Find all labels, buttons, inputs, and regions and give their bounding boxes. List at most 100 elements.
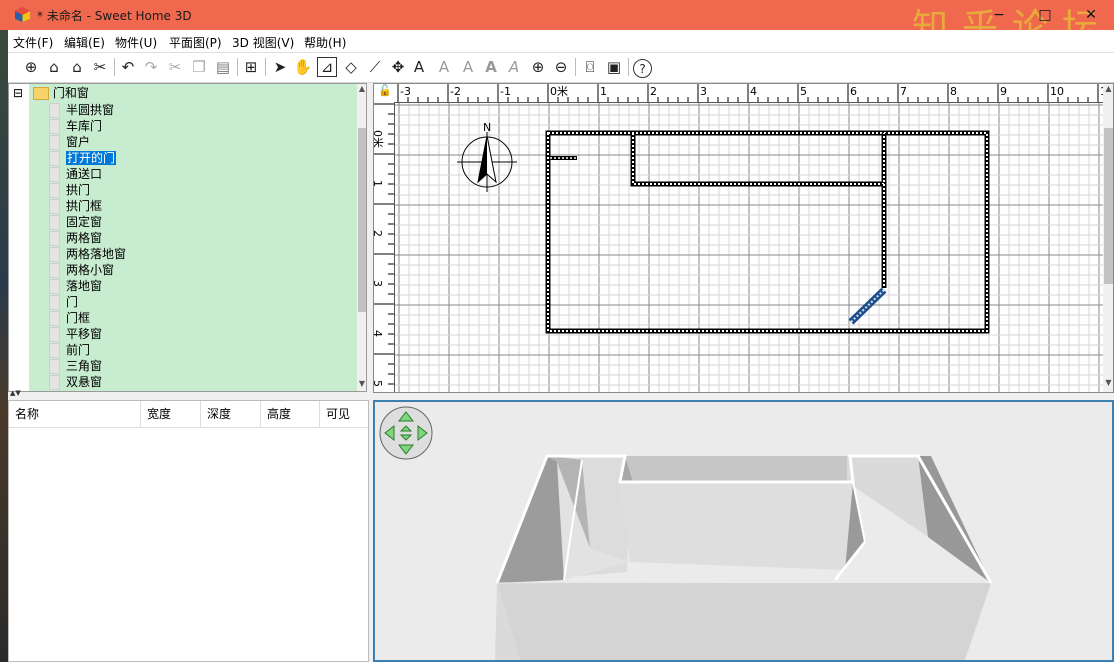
catalog-item[interactable]: 三角窗 <box>49 358 126 374</box>
3d-view[interactable] <box>373 400 1114 662</box>
column-name[interactable]: 名称 <box>9 401 141 427</box>
plan-scrollbar[interactable]: ▲ ▼ <box>1103 84 1113 392</box>
column-width[interactable]: 宽度 <box>141 401 201 427</box>
increase-text-size-icon[interactable]: A <box>434 57 454 77</box>
catalog-item-label: 通送口 <box>66 167 103 181</box>
pan-hand-icon[interactable]: ✋ <box>293 57 313 77</box>
item-thumbnail-icon <box>49 103 60 118</box>
ruler-x-label: -3 <box>400 85 411 98</box>
menu-file[interactable]: 文件(F) <box>13 34 53 51</box>
catalog-item[interactable]: 两格窗 <box>49 230 126 246</box>
cut-icon[interactable]: ✂ <box>165 57 185 77</box>
scroll-down-icon[interactable]: ▼ <box>357 379 366 391</box>
item-thumbnail-icon <box>49 215 60 230</box>
plan-canvas[interactable]: N <box>395 103 1105 393</box>
catalog-item[interactable]: 固定窗 <box>49 214 126 230</box>
catalog-item[interactable]: 两格小窗 <box>49 262 126 278</box>
bold-icon[interactable]: A <box>481 57 501 77</box>
menu-plan[interactable]: 平面图(P) <box>169 34 222 51</box>
catalog-item[interactable]: 门 <box>49 294 126 310</box>
italic-icon[interactable]: A <box>504 57 524 77</box>
catalog-item[interactable]: 通送口 <box>49 166 126 182</box>
walls[interactable] <box>545 130 990 334</box>
item-thumbnail-icon <box>49 135 60 150</box>
create-photo-icon[interactable]: ⌼ <box>580 57 600 77</box>
catalog-item[interactable]: 落地窗 <box>49 278 126 294</box>
close-button[interactable]: ✕ <box>1068 0 1114 30</box>
redo-icon[interactable]: ↷ <box>141 57 161 77</box>
new-home-icon[interactable]: ⊕ <box>21 57 41 77</box>
ruler-x-label: 7 <box>900 85 907 98</box>
catalog-item-label: 两格窗 <box>66 231 103 245</box>
create-walls-icon[interactable]: ⊿ <box>317 57 337 77</box>
menu-help[interactable]: 帮助(H) <box>304 34 346 51</box>
collapse-icon[interactable]: ⊟ <box>13 86 23 100</box>
minimize-button[interactable]: − <box>976 0 1022 30</box>
catalog-item[interactable]: 窗户 <box>49 134 126 150</box>
ruler-y-label: 0米 <box>374 130 384 148</box>
catalog-item[interactable]: 两格落地窗 <box>49 246 126 262</box>
catalog-item[interactable]: 拱门框 <box>49 198 126 214</box>
catalog-item[interactable]: 拱门 <box>49 182 126 198</box>
ruler-x-label: 5 <box>800 85 807 98</box>
menu-furniture[interactable]: 物件(U) <box>115 34 157 51</box>
catalog-item[interactable]: 门框 <box>49 310 126 326</box>
catalog-item-label: 门 <box>66 295 79 309</box>
compass-icon[interactable] <box>457 132 517 192</box>
select-arrow-icon[interactable]: ➤ <box>270 57 290 77</box>
catalog-item[interactable]: 平移窗 <box>49 326 126 342</box>
splitter-arrows-icon[interactable]: ▲▼ <box>10 389 21 397</box>
catalog-item[interactable]: 半圆拱窗 <box>49 102 126 118</box>
create-rooms-icon[interactable]: ◇ <box>341 57 361 77</box>
scroll-thumb[interactable] <box>1104 128 1113 284</box>
create-video-icon[interactable]: ▣ <box>604 57 624 77</box>
create-dimensions-icon[interactable]: ✥ <box>388 57 408 77</box>
right-splitter[interactable] <box>373 393 1114 400</box>
scroll-down-icon[interactable]: ▼ <box>1103 378 1113 390</box>
catalog-item-label: 门框 <box>66 311 91 325</box>
add-text-icon[interactable]: A <box>409 57 429 77</box>
decrease-text-size-icon[interactable]: A <box>458 57 478 77</box>
lock-icon[interactable]: 🔓 <box>378 84 392 97</box>
catalog-item-label: 窗户 <box>66 135 91 149</box>
scroll-up-icon[interactable]: ▲ <box>357 84 366 96</box>
paste-icon[interactable]: ▤ <box>213 57 233 77</box>
preferences-icon[interactable]: ✂ <box>90 57 110 77</box>
scroll-up-icon[interactable]: ▲ <box>1103 84 1113 96</box>
ruler-x-label: -2 <box>450 85 461 98</box>
catalog-scrollbar[interactable]: ▲ ▼ <box>357 84 366 391</box>
menu-edit[interactable]: 编辑(E) <box>64 34 105 51</box>
ruler-x-label: 3 <box>700 85 707 98</box>
item-thumbnail-icon <box>49 199 60 214</box>
save-icon[interactable]: ⌂ <box>67 57 87 77</box>
column-depth[interactable]: 深度 <box>201 401 261 427</box>
menu-3d-view[interactable]: 3D 视图(V) <box>232 34 294 51</box>
create-polylines-icon[interactable]: ⟋ <box>365 57 385 77</box>
zoom-in-icon[interactable]: ⊕ <box>528 57 548 77</box>
help-icon[interactable]: ? <box>633 59 652 78</box>
column-visible[interactable]: 可见 <box>320 401 368 427</box>
catalog-item[interactable]: 前门 <box>49 342 126 358</box>
item-thumbnail-icon <box>49 183 60 198</box>
item-thumbnail-icon <box>49 375 60 390</box>
plan-view[interactable]: 🔓 -3 -2 -1 0米 1 2 3 4 5 6 7 8 9 10 1 0米 1 2 3 4 5 <box>373 83 1114 393</box>
catalog-item[interactable]: 打开的门 <box>49 150 126 166</box>
ruler-x-label: -1 <box>500 85 511 98</box>
desktop-edge <box>0 30 8 662</box>
copy-icon[interactable]: ❐ <box>189 57 209 77</box>
zoom-out-icon[interactable]: ⊖ <box>551 57 571 77</box>
catalog-category-row[interactable]: ⊟ 门和窗 <box>13 85 89 101</box>
ruler-vertical: 0米 1 2 3 4 5 <box>374 102 395 392</box>
open-icon[interactable]: ⌂ <box>44 57 64 77</box>
undo-icon[interactable]: ↶ <box>118 57 138 77</box>
catalog-item[interactable]: 车库门 <box>49 118 126 134</box>
maximize-button[interactable]: □ <box>1022 0 1068 30</box>
column-height[interactable]: 高度 <box>261 401 320 427</box>
catalog-item[interactable]: 双悬窗 <box>49 374 126 390</box>
ruler-x-label: 0米 <box>550 85 568 98</box>
left-splitter[interactable]: ▲▼ <box>8 389 369 400</box>
scroll-thumb[interactable] <box>358 128 366 312</box>
menu-bar: 文件(F) 编辑(E) 物件(U) 平面图(P) 3D 视图(V) 帮助(H) <box>8 30 1114 53</box>
add-furniture-icon[interactable]: ⊞ <box>241 57 261 77</box>
item-thumbnail-icon <box>49 311 60 326</box>
